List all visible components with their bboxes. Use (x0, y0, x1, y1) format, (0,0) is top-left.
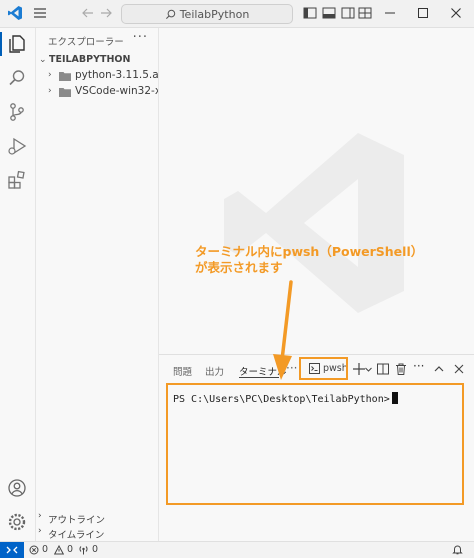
close-icon[interactable] (448, 5, 464, 21)
section-timeline[interactable]: › タイムライン (36, 526, 158, 541)
active-indicator (0, 32, 2, 56)
root-folder[interactable]: ⌄ TEILABPYTHON (36, 52, 158, 68)
broadcast-icon (78, 545, 89, 555)
error-icon (29, 545, 39, 555)
remote-button[interactable] (0, 542, 24, 558)
bell-icon[interactable] (452, 544, 463, 555)
explorer-sidebar: エクスプローラー ··· ⌄ TEILABPYTHON › python-3.1… (36, 28, 159, 541)
run-debug-icon[interactable] (6, 135, 28, 157)
extensions-icon[interactable] (6, 169, 28, 191)
toggle-secondary-sidebar-icon[interactable] (340, 5, 356, 21)
panel-options-icon[interactable]: ··· (413, 359, 429, 373)
root-folder-label: TEILABPYTHON (49, 54, 131, 65)
section-timeline-label: タイムライン (48, 530, 105, 541)
activity-bar (0, 28, 36, 541)
maximize-panel-icon[interactable] (432, 362, 446, 376)
annotation-arrow (273, 280, 293, 380)
command-center-search[interactable]: TeilabPython (121, 4, 293, 24)
toggle-sidebar-icon[interactable] (302, 5, 318, 21)
error-count: 0 (42, 544, 49, 555)
trash-icon[interactable] (394, 362, 408, 376)
tree-item-python[interactable]: › python-3.11.5.am... (36, 68, 158, 84)
tree-item-label: python-3.11.5.am... (75, 69, 158, 81)
annotation-line1: ターミナル内にpwsh（PowerShell） (195, 244, 424, 259)
ports-status[interactable]: 0 (78, 544, 98, 555)
folder-icon (59, 87, 71, 97)
section-outline-label: アウトライン (48, 515, 106, 526)
search-text: TeilabPython (179, 7, 250, 21)
chevron-down-icon: ⌄ (39, 55, 47, 65)
warning-icon (54, 544, 65, 555)
explorer-title: エクスプローラー (48, 37, 124, 48)
source-control-icon[interactable] (6, 101, 28, 123)
customize-layout-icon[interactable] (357, 5, 373, 21)
toggle-panel-icon[interactable] (321, 5, 337, 21)
tab-problems[interactable]: 問題 (173, 364, 192, 378)
maximize-icon[interactable] (415, 5, 431, 21)
search-icon (165, 9, 176, 20)
split-terminal-icon[interactable] (376, 362, 390, 376)
highlight-terminal-box (166, 383, 464, 505)
ports-count: 0 (92, 544, 99, 555)
hamburger-menu-icon[interactable] (32, 5, 48, 21)
annotation-callout: ターミナル内にpwsh（PowerShell） が表示されます (195, 244, 423, 276)
vscode-logo-icon (7, 5, 23, 21)
chevron-down-icon[interactable] (364, 362, 373, 376)
search-icon[interactable] (6, 67, 28, 89)
minimize-icon[interactable] (382, 5, 398, 21)
chevron-right-icon: › (38, 526, 42, 536)
close-panel-icon[interactable] (452, 362, 466, 376)
back-arrow-icon[interactable] (80, 5, 96, 21)
title-bar: TeilabPython (0, 0, 474, 28)
tree-item-vscode[interactable]: › VSCode-win32-x6... (36, 84, 158, 100)
annotation-line2: が表示されます (195, 260, 283, 275)
chevron-right-icon: › (38, 511, 42, 521)
chevron-right-icon: › (48, 70, 52, 80)
chevron-right-icon: › (48, 86, 52, 96)
account-icon[interactable] (6, 477, 28, 499)
gear-icon[interactable] (6, 511, 28, 533)
explorer-more-button[interactable]: ··· (133, 30, 148, 45)
highlight-pwsh-box (299, 357, 348, 380)
vscode-watermark-icon (214, 123, 414, 323)
explorer-files-icon[interactable] (6, 33, 28, 55)
warning-count: 0 (67, 544, 74, 555)
editor-area[interactable] (159, 28, 474, 354)
status-bar: 0 0 0 (0, 541, 474, 558)
problems-status[interactable]: 0 0 (29, 544, 73, 555)
tree-item-label: VSCode-win32-x6... (75, 85, 158, 97)
section-outline[interactable]: › アウトライン (36, 511, 158, 526)
forward-arrow-icon[interactable] (98, 5, 114, 21)
folder-icon (59, 71, 71, 81)
tab-output[interactable]: 出力 (205, 364, 224, 378)
